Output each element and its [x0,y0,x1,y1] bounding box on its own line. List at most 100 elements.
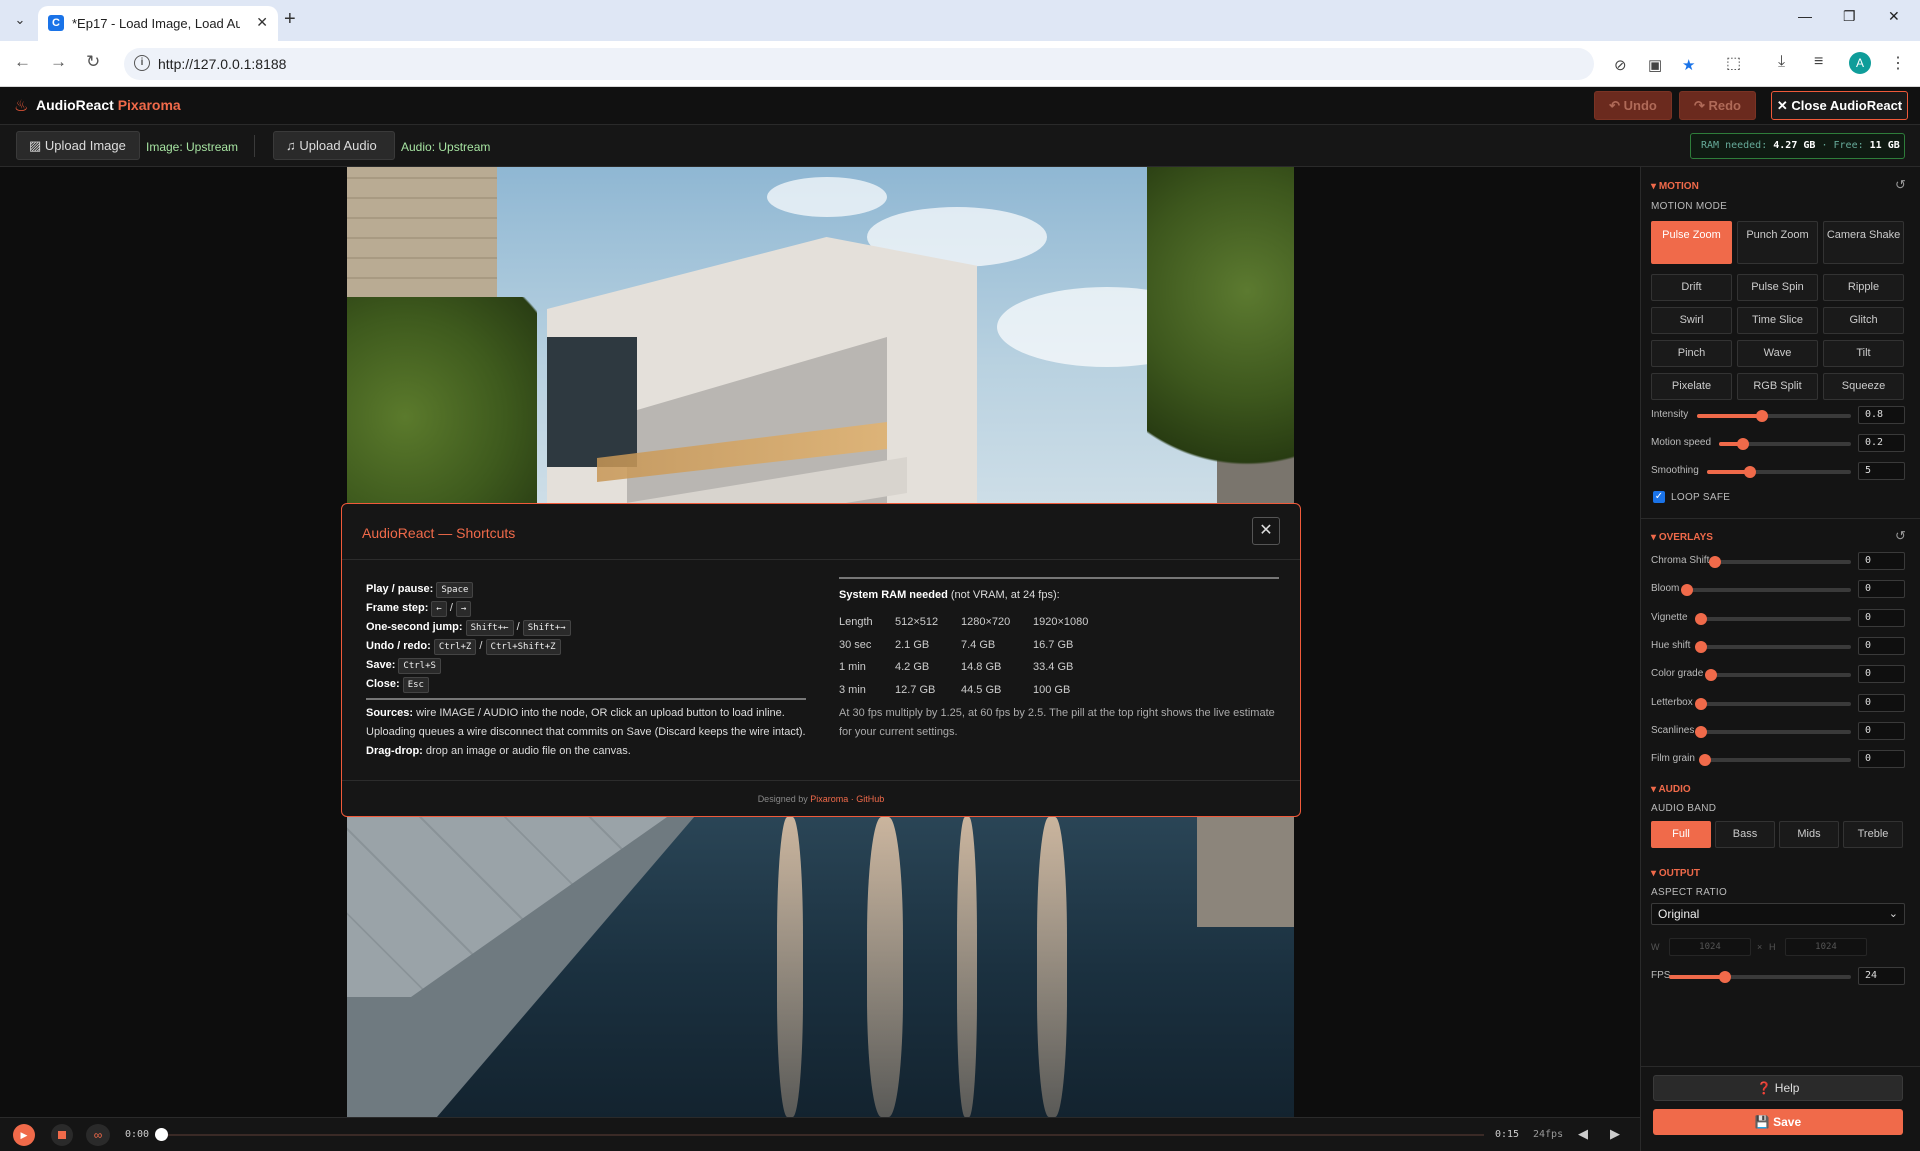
window-close-icon[interactable]: ✕ [1888,8,1900,25]
motion-mode-button[interactable]: Punch Zoom [1737,221,1818,264]
motion-mode-button[interactable]: Pulse Zoom [1651,221,1732,264]
reload-icon[interactable]: ↻ [86,52,100,72]
minimize-icon[interactable]: — [1798,8,1812,24]
bloom-slider[interactable] [1681,584,1851,597]
slider-handle[interactable] [1709,556,1721,568]
slider-handle[interactable] [1755,410,1768,422]
extensions-icon[interactable]: ⬚ [1726,53,1741,73]
audio-band-full[interactable]: Full [1651,821,1711,848]
prev-frame-icon[interactable]: ◀ [1578,1126,1588,1142]
hue-shift-value-input[interactable]: 0 [1858,636,1905,655]
reset-motion-icon[interactable]: ↺ [1895,177,1906,193]
save-button[interactable]: 💾 Save [1653,1109,1903,1135]
browser-tab[interactable]: C *Ep17 - Load Image, Load Audi ✕ [38,6,278,41]
new-tab-button[interactable]: + [284,8,296,30]
slider-handle[interactable] [1744,466,1757,478]
pixaroma-link[interactable]: Pixaroma [810,794,848,804]
letterbox-slider[interactable] [1695,697,1851,710]
chroma-shift-value-input[interactable]: 0 [1858,552,1905,570]
omnibox[interactable]: i http://127.0.0.1:8188 ⊘ ▣ ★ [124,48,1695,80]
loop-toggle[interactable]: ∞ [86,1124,110,1146]
fps-input[interactable]: 24 [1858,967,1905,985]
tab-close-icon[interactable]: ✕ [256,14,268,31]
upload-audio-button[interactable]: ♫ Upload Audio [273,131,395,160]
bloom-value-input[interactable]: 0 [1858,580,1905,599]
back-icon[interactable]: ← [14,52,31,72]
motion-mode-button[interactable]: Squeeze [1823,373,1904,400]
motion-mode-button[interactable]: Glitch [1823,307,1904,334]
forward-icon[interactable]: → [50,52,67,72]
motion-speed-slider[interactable] [1719,438,1851,450]
upload-image-button[interactable]: ▨ Upload Image [16,131,140,160]
loop-safe-checkbox[interactable]: ✓ [1653,491,1665,503]
letterbox-value-input[interactable]: 0 [1858,693,1905,712]
playhead-handle[interactable] [155,1128,168,1141]
browser-menu-icon[interactable]: ⋮ [1890,53,1906,73]
downloads-icon[interactable]: ⤓ [1778,53,1785,71]
restore-icon[interactable]: ❐ [1843,8,1856,25]
fps-slider[interactable] [1669,971,1851,983]
motion-mode-button[interactable]: Tilt [1823,340,1904,367]
smoothing-slider[interactable] [1707,466,1851,478]
motion-mode-button[interactable]: Pixelate [1651,373,1732,400]
tracking-icon[interactable]: ⊘ [1614,56,1627,74]
help-button[interactable]: ❓ Help [1653,1075,1903,1101]
slider-handle[interactable] [1719,971,1732,983]
slider-handle[interactable] [1695,612,1707,625]
width-input[interactable]: 1024 [1669,938,1751,956]
motion-mode-button[interactable]: RGB Split [1737,373,1818,400]
tab-search-button[interactable]: ⌄ [8,8,32,32]
slider-handle[interactable] [1681,584,1693,597]
smoothing-value-input[interactable]: 5 [1858,462,1905,480]
next-frame-icon[interactable]: ▶ [1610,1126,1620,1142]
media-queue-icon[interactable]: ≡ [1814,53,1823,71]
motion-mode-button[interactable]: Drift [1651,274,1732,301]
redo-button[interactable]: ↷ Redo [1679,91,1756,120]
audio-section-header[interactable]: ▾ AUDIO [1651,784,1691,795]
slider-handle[interactable] [1695,640,1707,653]
dialog-close-button[interactable]: ✕ [1252,517,1280,545]
motion-mode-button[interactable]: Ripple [1823,274,1904,301]
audio-band-bass[interactable]: Bass [1715,821,1775,848]
stop-button[interactable] [51,1124,73,1146]
intensity-value-input[interactable]: 0.8 [1858,406,1905,424]
undo-button[interactable]: ↶ Undo [1594,91,1672,120]
slider-handle[interactable] [1699,754,1711,767]
github-link[interactable]: GitHub [856,794,884,804]
motion-mode-button[interactable]: Pinch [1651,340,1732,367]
audio-band-mids[interactable]: Mids [1779,821,1839,848]
slider-handle[interactable] [1705,669,1717,682]
profile-avatar[interactable]: A [1849,52,1871,74]
output-section-header[interactable]: ▾ OUTPUT [1651,868,1700,879]
chroma-shift-slider[interactable] [1709,556,1851,568]
height-input[interactable]: 1024 [1785,938,1867,956]
intensity-slider[interactable] [1697,410,1851,422]
slider-handle[interactable] [1695,697,1707,710]
motion-mode-button[interactable]: Wave [1737,340,1818,367]
motion-speed-value-input[interactable]: 0.2 [1858,434,1905,452]
motion-section-header[interactable]: ▾ MOTION [1651,181,1699,192]
motion-mode-button[interactable]: Time Slice [1737,307,1818,334]
audio-band-treble[interactable]: Treble [1843,821,1903,848]
site-info-icon[interactable]: i [134,55,150,71]
motion-mode-button[interactable]: Camera Shake [1823,221,1904,264]
bookmark-star-icon[interactable]: ★ [1682,56,1695,74]
film-grain-value-input[interactable]: 0 [1858,750,1905,769]
vignette-slider[interactable] [1695,612,1851,625]
scanlines-value-input[interactable]: 0 [1858,721,1905,740]
slider-handle[interactable] [1695,725,1707,738]
aspect-ratio-select[interactable]: Original ⌄ [1651,903,1905,925]
color-grade-value-input[interactable]: 0 [1858,665,1905,684]
slider-handle[interactable] [1736,438,1749,450]
motion-mode-button[interactable]: Swirl [1651,307,1732,334]
close-audioreact-button[interactable]: ✕ Close AudioReact [1771,91,1908,120]
vignette-value-input[interactable]: 0 [1858,608,1905,627]
color-grade-slider[interactable] [1705,669,1851,682]
play-button[interactable]: ▶ [13,1124,35,1146]
motion-mode-button[interactable]: Pulse Spin [1737,274,1818,301]
film-grain-slider[interactable] [1699,754,1851,767]
hue-shift-slider[interactable] [1695,640,1851,653]
install-app-icon[interactable]: ▣ [1648,56,1662,74]
reset-overlays-icon[interactable]: ↺ [1895,528,1906,544]
scanlines-slider[interactable] [1695,725,1851,738]
